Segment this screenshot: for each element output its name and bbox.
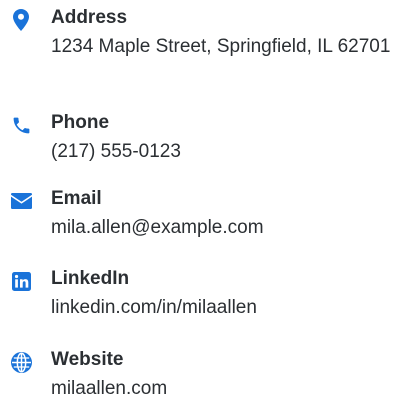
- phone-value[interactable]: (217) 555-0123: [51, 135, 394, 165]
- website-label: Website: [51, 349, 124, 370]
- phone-icon: [10, 114, 32, 136]
- globe-icon: [10, 351, 32, 373]
- phone-label: Phone: [51, 112, 110, 133]
- address-label: Address: [51, 7, 128, 28]
- contact-item-website: Website milaallen.com: [10, 342, 394, 418]
- map-pin-icon: [10, 9, 32, 31]
- email-value[interactable]: mila.allen@example.com: [51, 211, 394, 241]
- linkedin-label: LinkedIn: [51, 268, 130, 289]
- contact-item-linkedin: LinkedIn linkedin.com/in/milaallen: [10, 261, 394, 342]
- envelope-icon: [10, 190, 32, 212]
- linkedin-value[interactable]: linkedin.com/in/milaallen: [51, 291, 394, 321]
- linkedin-icon: [10, 270, 32, 292]
- contact-item-email: Email mila.allen@example.com: [10, 181, 394, 261]
- address-value: 1234 Maple Street, Springfield, IL 62701: [51, 36, 391, 57]
- email-label: Email: [51, 188, 102, 209]
- contact-list: Address 1234 Maple Street, Springfield, …: [10, 0, 394, 418]
- contact-item-address: Address 1234 Maple Street, Springfield, …: [10, 0, 394, 105]
- contact-item-phone: Phone (217) 555-0123: [10, 105, 394, 181]
- website-value[interactable]: milaallen.com: [51, 372, 394, 402]
